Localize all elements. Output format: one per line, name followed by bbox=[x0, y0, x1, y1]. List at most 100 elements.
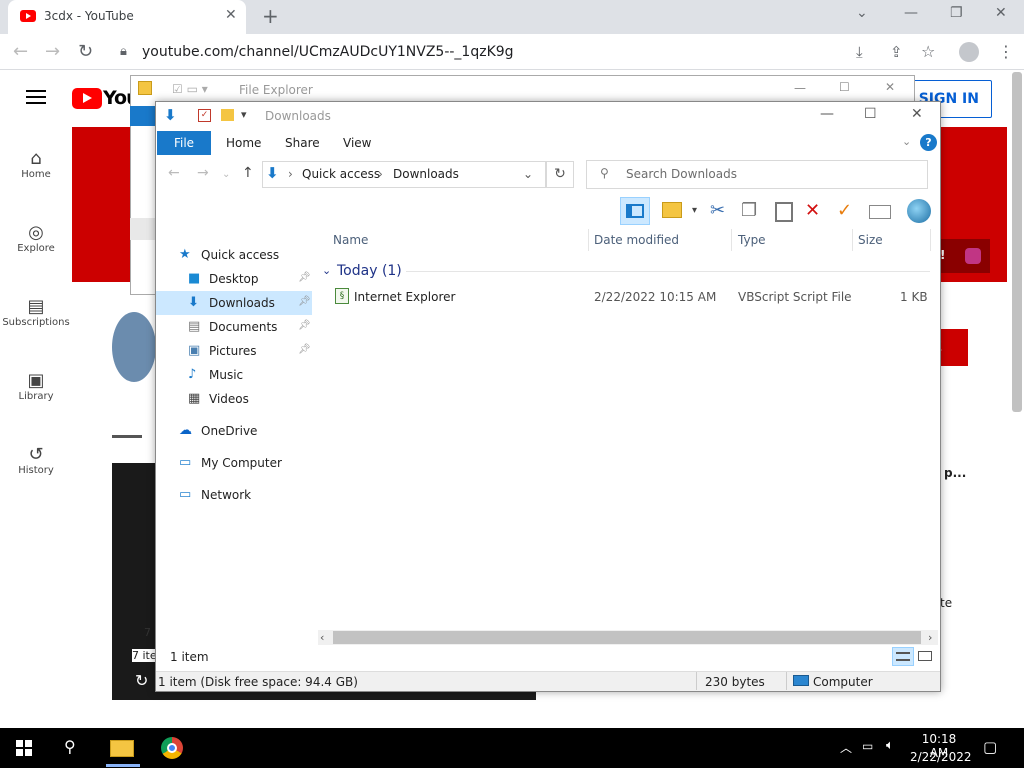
minimize-icon[interactable]: — bbox=[904, 5, 918, 21]
nav-onedrive[interactable]: ☁ OneDrive bbox=[156, 419, 312, 443]
file-explorer-taskbar-icon[interactable] bbox=[110, 740, 134, 757]
lock-icon[interactable]: 🔒︎ bbox=[120, 44, 127, 59]
column-divider[interactable] bbox=[588, 229, 589, 251]
large-icons-view-icon[interactable] bbox=[918, 651, 932, 661]
tab-file[interactable]: File bbox=[157, 131, 211, 155]
instagram-icon[interactable] bbox=[965, 248, 981, 264]
scroll-left-icon[interactable]: ‹ bbox=[320, 631, 324, 644]
globe-icon[interactable] bbox=[907, 199, 931, 223]
tab-share[interactable]: Share bbox=[285, 136, 320, 150]
guide-explore[interactable]: ◎ Explore bbox=[0, 222, 72, 254]
guide-home[interactable]: ⌂ Home bbox=[0, 148, 72, 180]
nav-videos[interactable]: ▦ Videos bbox=[156, 387, 312, 411]
share-icon[interactable]: ⇪ bbox=[890, 43, 903, 61]
column-size[interactable]: Size bbox=[858, 233, 883, 247]
properties-folder-icon[interactable] bbox=[662, 202, 682, 218]
column-divider[interactable] bbox=[731, 229, 732, 251]
close-window-icon[interactable]: ✕ bbox=[995, 5, 1007, 21]
scroll-right-icon[interactable]: › bbox=[928, 631, 932, 644]
minimize-icon[interactable]: — bbox=[794, 81, 806, 95]
profile-avatar-icon[interactable] bbox=[959, 42, 979, 62]
nav-desktop[interactable]: ■ Desktop 📌︎ bbox=[156, 267, 312, 291]
help-icon[interactable]: ? bbox=[920, 134, 937, 151]
network-status-icon[interactable]: ▭ bbox=[862, 739, 873, 753]
new-tab-button[interactable]: + bbox=[262, 4, 279, 28]
hamburger-menu-icon[interactable] bbox=[26, 90, 46, 92]
video-title-partial[interactable]: p... bbox=[944, 466, 966, 480]
pin-icon[interactable]: 📌︎ bbox=[298, 272, 311, 283]
pin-icon[interactable]: 📌︎ bbox=[298, 344, 311, 355]
refresh-icon[interactable]: ↻ bbox=[546, 161, 574, 188]
channel-avatar[interactable] bbox=[112, 312, 156, 382]
maximize-icon[interactable]: ☐ bbox=[864, 106, 877, 122]
bookmark-star-icon[interactable]: ☆ bbox=[921, 42, 935, 61]
breadcrumb-separator-icon[interactable]: › bbox=[288, 167, 293, 181]
forward-icon[interactable]: → bbox=[197, 165, 209, 181]
file-name[interactable]: Internet Explorer bbox=[354, 290, 455, 304]
page-scrollbar-thumb[interactable] bbox=[1012, 72, 1022, 412]
group-header[interactable]: Today (1) bbox=[337, 263, 402, 279]
script-file-icon[interactable]: § bbox=[335, 288, 349, 304]
guide-history[interactable]: ↺ History bbox=[0, 444, 72, 476]
forward-icon[interactable]: → bbox=[45, 41, 60, 62]
copy-icon[interactable]: ❐ bbox=[741, 200, 757, 221]
column-type[interactable]: Type bbox=[738, 233, 766, 247]
breadcrumb-quick-access[interactable]: Quick access bbox=[302, 167, 380, 181]
expand-ribbon-icon[interactable]: ⌄ bbox=[902, 135, 911, 148]
maximize-icon[interactable]: ☐ bbox=[839, 80, 850, 94]
column-name[interactable]: Name bbox=[333, 233, 368, 247]
close-icon[interactable]: ✕ bbox=[911, 106, 923, 122]
search-icon[interactable]: ⚲ bbox=[64, 737, 76, 756]
paste-icon[interactable] bbox=[775, 202, 793, 222]
reload-icon[interactable]: ↻ bbox=[78, 41, 93, 62]
replay-icon[interactable]: ↻ bbox=[135, 671, 148, 690]
install-app-icon[interactable]: ⤓ bbox=[856, 43, 863, 61]
restore-icon[interactable]: ❐ bbox=[950, 5, 963, 21]
nav-pictures[interactable]: ▣ Pictures 📌︎ bbox=[156, 339, 312, 363]
rename-icon[interactable] bbox=[869, 205, 891, 219]
pin-icon[interactable]: 📌︎ bbox=[298, 320, 311, 331]
properties-icon[interactable]: ✓ bbox=[198, 109, 211, 122]
column-divider[interactable] bbox=[852, 229, 853, 251]
checkmark-icon[interactable]: ✓ bbox=[837, 200, 852, 221]
windows-start-icon[interactable] bbox=[16, 740, 32, 756]
dropdown-icon[interactable]: ▾ bbox=[692, 205, 697, 216]
address-bar[interactable]: youtube.com/channel/UCmzAUDcUY1NVZ5--_1q… bbox=[142, 44, 514, 60]
up-icon[interactable]: ↑ bbox=[242, 165, 254, 181]
subscriptions-icon: ▤ bbox=[27, 296, 45, 317]
nav-my-computer[interactable]: ▭ My Computer bbox=[156, 451, 312, 475]
nav-documents[interactable]: ▤ Documents 📌︎ bbox=[156, 315, 312, 339]
minimize-icon[interactable]: — bbox=[820, 106, 834, 122]
volume-icon[interactable]: 🔈︎ bbox=[886, 738, 894, 753]
tab-home[interactable]: Home bbox=[226, 136, 261, 150]
chrome-menu-icon[interactable]: ⋮ bbox=[998, 42, 1014, 61]
notifications-icon[interactable]: ▢ bbox=[983, 738, 997, 756]
new-folder-icon[interactable] bbox=[221, 109, 234, 121]
breadcrumb-separator-icon[interactable]: › bbox=[378, 167, 383, 181]
address-dropdown-icon[interactable]: ⌄ bbox=[523, 167, 533, 181]
pin-icon[interactable]: 📌︎ bbox=[298, 296, 311, 307]
tab-search-chevron-icon[interactable]: ⌄ bbox=[856, 5, 868, 21]
nav-downloads[interactable]: ⬇ Downloads 📌︎ bbox=[156, 291, 312, 315]
cut-icon[interactable]: ✂ bbox=[710, 200, 725, 221]
delete-icon[interactable]: ✕ bbox=[805, 200, 820, 221]
back-icon[interactable]: ← bbox=[13, 41, 28, 62]
tab-close-icon[interactable]: ✕ bbox=[225, 7, 237, 23]
back-icon[interactable]: ← bbox=[168, 165, 180, 181]
guide-library[interactable]: ▣ Library bbox=[0, 370, 72, 402]
guide-subscriptions[interactable]: ▤ Subscriptions bbox=[0, 296, 72, 328]
column-date-modified[interactable]: Date modified bbox=[594, 233, 679, 247]
show-hidden-icons-icon[interactable]: ︿ bbox=[840, 739, 852, 756]
column-divider[interactable] bbox=[930, 229, 931, 251]
breadcrumb-downloads[interactable]: Downloads bbox=[393, 167, 459, 181]
nav-quick-access[interactable]: ★ Quick access bbox=[156, 243, 312, 267]
close-icon[interactable]: ✕ bbox=[885, 80, 895, 94]
customize-qat-icon[interactable]: ▾ bbox=[241, 108, 247, 121]
collapse-group-icon[interactable]: ⌄ bbox=[322, 264, 331, 277]
scrollbar-thumb[interactable] bbox=[333, 631, 921, 644]
recent-locations-icon[interactable]: ⌄ bbox=[222, 169, 230, 180]
clock-date[interactable]: 2/22/2022 bbox=[910, 750, 972, 764]
nav-network[interactable]: ▭ Network bbox=[156, 483, 312, 507]
tab-view[interactable]: View bbox=[343, 136, 371, 150]
nav-music[interactable]: ♪ Music bbox=[156, 363, 312, 387]
